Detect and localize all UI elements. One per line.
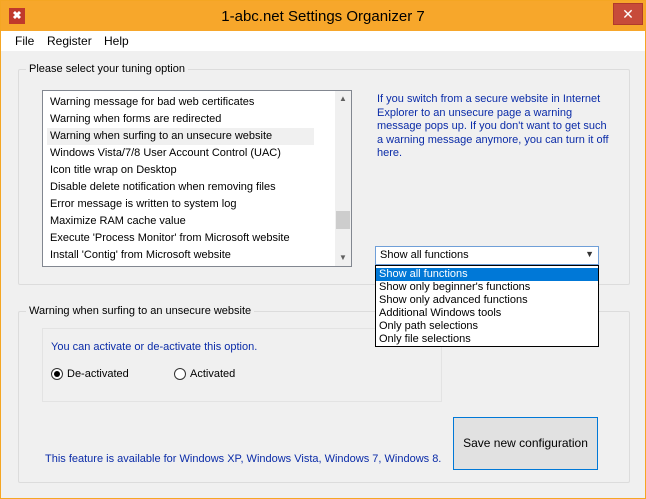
list-item[interactable]: Warning message for bad web certificates: [50, 94, 254, 111]
dropdown-option[interactable]: Additional Windows tools: [376, 307, 598, 320]
menu-file[interactable]: File: [15, 34, 34, 48]
scroll-down-icon[interactable]: ▼: [335, 250, 351, 266]
function-filter-options[interactable]: Show all functions Show only beginner's …: [375, 265, 599, 347]
scroll-thumb[interactable]: [336, 211, 350, 229]
radio-activated[interactable]: [174, 368, 186, 380]
list-item[interactable]: Maximize RAM cache value: [50, 213, 186, 230]
chevron-down-icon[interactable]: ▼: [585, 249, 594, 259]
window-title: 1-abc.net Settings Organizer 7: [221, 8, 425, 25]
detail-group-label: Warning when surfing to an unsecure webs…: [26, 305, 255, 317]
dropdown-option[interactable]: Only path selections: [376, 320, 598, 333]
list-item[interactable]: Warning when forms are redirected: [50, 111, 221, 128]
radio-activated-label[interactable]: Activated: [190, 368, 235, 380]
list-item[interactable]: Icon title wrap on Desktop: [50, 162, 177, 179]
radio-deactivated-label[interactable]: De-activated: [67, 368, 129, 380]
scroll-up-icon[interactable]: ▲: [335, 91, 351, 107]
tuning-group-label: Please select your tuning option: [26, 63, 188, 75]
list-item[interactable]: Install 'Contig' from Microsoft website: [50, 247, 231, 264]
list-item-selected[interactable]: Warning when surfing to an unsecure webs…: [47, 128, 314, 145]
dropdown-option[interactable]: Show only beginner's functions: [376, 281, 598, 294]
radio-dot: [54, 371, 60, 377]
menu-bar: File Register Help: [1, 31, 645, 51]
list-item[interactable]: Windows Vista/7/8 User Account Control (…: [50, 145, 281, 162]
save-configuration-button[interactable]: Save new configuration: [453, 417, 598, 470]
tuning-options-list[interactable]: Warning message for bad web certificates…: [42, 90, 352, 267]
close-button[interactable]: ✕: [613, 3, 643, 25]
option-instruction: You can activate or de-activate this opt…: [51, 341, 258, 353]
availability-text: This feature is available for Windows XP…: [45, 453, 442, 465]
list-item[interactable]: Disable delete notification when removin…: [50, 179, 276, 196]
app-window: ✖ 1-abc.net Settings Organizer 7 ✕ File …: [0, 0, 646, 499]
function-filter-dropdown[interactable]: Show all functions ▼: [375, 246, 599, 265]
menu-help[interactable]: Help: [104, 34, 129, 48]
radio-deactivated[interactable]: [51, 368, 63, 380]
dropdown-option-selected[interactable]: Show all functions: [376, 268, 598, 281]
close-icon: ✕: [622, 6, 634, 22]
dropdown-option[interactable]: Only file selections: [376, 333, 598, 346]
list-item[interactable]: Error message is written to system log: [50, 196, 236, 213]
list-item[interactable]: Execute 'Process Monitor' from Microsoft…: [50, 230, 290, 247]
dropdown-option[interactable]: Show only advanced functions: [376, 294, 598, 307]
dropdown-selected-value: Show all functions: [380, 249, 469, 261]
list-scrollbar[interactable]: ▲ ▼: [335, 91, 351, 266]
menu-register[interactable]: Register: [47, 34, 92, 48]
option-description: If you switch from a secure website in I…: [377, 93, 609, 159]
title-bar[interactable]: ✖ 1-abc.net Settings Organizer 7 ✕: [1, 1, 645, 31]
